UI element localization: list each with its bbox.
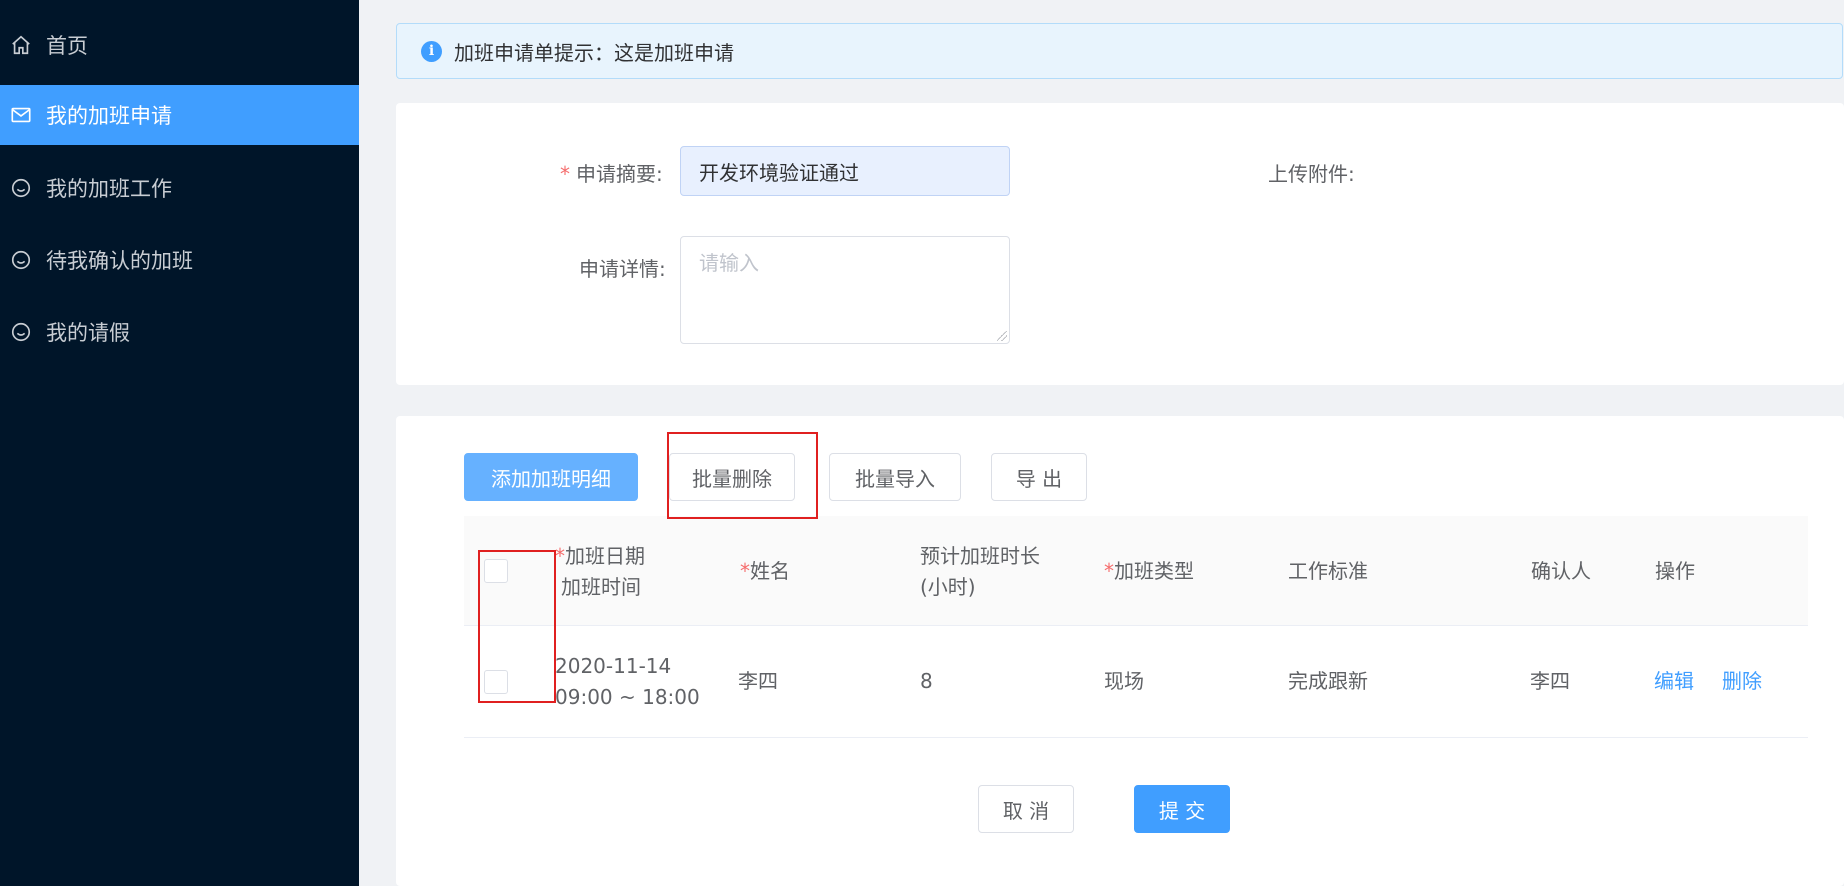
submit-button[interactable]: 提 交 — [1134, 785, 1230, 833]
detail-textarea[interactable]: 请输入 — [680, 236, 1010, 344]
alert-text: 加班申请单提示：这是加班申请 — [454, 40, 734, 65]
summary-label-text: 申请摘要: — [576, 162, 663, 186]
edit-link[interactable]: 编辑 — [1654, 666, 1694, 697]
sidebar-item-label: 我的加班工作 — [46, 177, 172, 201]
sidebar: 首页 我的加班申请 我的加班工作 待我确认的加班 我的请假 — [0, 0, 359, 886]
sidebar-item-pending-confirmation[interactable]: 待我确认的加班 — [0, 230, 359, 290]
detail-label: 申请详情: — [579, 257, 666, 281]
sidebar-item-my-overtime-application[interactable]: 我的加班申请 — [0, 85, 359, 145]
summary-label: * 申请摘要: — [560, 158, 663, 187]
required-mark: * — [560, 162, 570, 186]
cell-date: 2020-11-14 — [555, 654, 672, 678]
sidebar-item-label: 待我确认的加班 — [46, 249, 193, 273]
smile-icon — [10, 321, 32, 343]
add-overtime-detail-button[interactable]: 添加加班明细 — [464, 453, 638, 501]
column-header-confirmer: 确认人 — [1531, 559, 1591, 583]
overtime-details-card: 添加加班明细 批量删除 批量导入 导 出 *加班日期 加班时间 *姓名 预计加班… — [396, 416, 1844, 886]
column-header-hours: 预计加班时长 (小时) — [920, 541, 1040, 603]
sidebar-item-home[interactable]: 首页 — [0, 15, 359, 75]
smile-icon — [10, 249, 32, 271]
cell-type: 现场 — [1104, 669, 1144, 693]
sidebar-item-my-overtime-work[interactable]: 我的加班工作 — [0, 158, 359, 218]
cell-confirmer: 李四 — [1530, 669, 1570, 693]
column-header-type: *加班类型 — [1104, 556, 1194, 587]
table-row: 2020-11-14 09:00 ~ 18:00 李四 8 现场 完成跟新 李四… — [464, 626, 1808, 738]
mail-icon — [10, 104, 32, 126]
column-header-actions: 操作 — [1655, 559, 1695, 583]
column-header-hours-line1: 预计加班时长 — [920, 544, 1040, 568]
required-mark: * — [740, 559, 750, 583]
required-mark: * — [1104, 559, 1114, 583]
batch-import-button[interactable]: 批量导入 — [829, 453, 961, 501]
column-header-date-line1: 加班日期 — [565, 544, 645, 568]
column-header-hours-line2: (小时) — [920, 575, 976, 599]
smile-icon — [10, 177, 32, 199]
column-header-name: *姓名 — [740, 556, 790, 587]
select-all-checkbox[interactable] — [484, 559, 508, 583]
required-mark: * — [555, 544, 565, 568]
column-header-type-text: 加班类型 — [1114, 559, 1194, 583]
sidebar-item-my-leave[interactable]: 我的请假 — [0, 302, 359, 362]
summary-input[interactable]: 开发环境验证通过 — [680, 146, 1010, 196]
sidebar-item-label: 我的请假 — [46, 321, 130, 345]
column-header-time-line2: 加班时间 — [561, 575, 641, 599]
export-button[interactable]: 导 出 — [991, 453, 1087, 501]
home-icon — [10, 34, 32, 56]
resize-handle[interactable] — [997, 331, 1007, 341]
attachment-label: 上传附件: — [1268, 162, 1355, 186]
application-form-card: * 申请摘要: 开发环境验证通过 上传附件: 申请详情: 请输入 — [396, 103, 1844, 385]
cancel-button[interactable]: 取 消 — [978, 785, 1074, 833]
batch-delete-button[interactable]: 批量删除 — [669, 453, 795, 501]
cell-name: 李四 — [738, 669, 778, 693]
row-checkbox[interactable] — [484, 670, 508, 694]
column-header-name-text: 姓名 — [750, 559, 790, 583]
column-header-date: *加班日期 加班时间 — [555, 541, 645, 603]
table-header: *加班日期 加班时间 *姓名 预计加班时长 (小时) *加班类型 工作标准 确认… — [464, 516, 1808, 626]
cell-hours: 8 — [920, 669, 933, 693]
info-icon: i — [421, 40, 442, 62]
cell-time: 09:00 ~ 18:00 — [555, 685, 700, 709]
sidebar-item-label: 首页 — [46, 34, 88, 58]
delete-link[interactable]: 删除 — [1722, 666, 1762, 697]
summary-input-value: 开发环境验证通过 — [699, 160, 859, 185]
detail-placeholder: 请输入 — [699, 251, 759, 275]
info-alert: i 加班申请单提示：这是加班申请 — [396, 23, 1843, 79]
cell-date-time: 2020-11-14 09:00 ~ 18:00 — [555, 651, 700, 713]
sidebar-item-label: 我的加班申请 — [46, 104, 172, 128]
column-header-standard: 工作标准 — [1288, 559, 1368, 583]
cell-standard: 完成跟新 — [1288, 669, 1368, 693]
